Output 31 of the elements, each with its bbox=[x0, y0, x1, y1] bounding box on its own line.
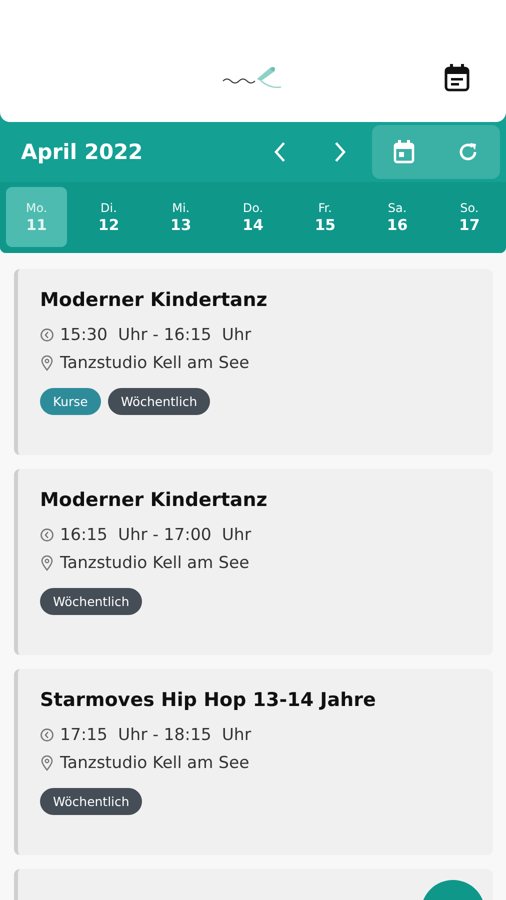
event-time: 15:30 Uhr - 16:15 Uhr bbox=[60, 325, 252, 344]
tag: Wöchentlich bbox=[40, 788, 142, 815]
event-location: Tanzstudio Kell am See bbox=[60, 753, 250, 772]
day-tab[interactable]: So. 17 bbox=[438, 187, 500, 247]
day-tab[interactable]: Mi. 13 bbox=[150, 187, 212, 247]
event-location: Tanzstudio Kell am See bbox=[60, 553, 250, 572]
location-pin-icon bbox=[40, 754, 54, 770]
event-time: 16:15 Uhr - 17:00 Uhr bbox=[60, 525, 252, 544]
event-card[interactable]: Starmoves Hip Hop 13-14 Jahre 17:15 Uhr - 18:15 Uhr Tanzstudio Kell am See Wöchentlich bbox=[14, 669, 493, 855]
clock-icon bbox=[40, 528, 54, 542]
day-tab[interactable]: Di. 12 bbox=[78, 187, 140, 247]
event-title: Starmoves Hip Hop 13-14 Jahre bbox=[40, 689, 377, 711]
event-card[interactable]: Moderner Kindertanz 16:15 Uhr - 17:00 Uhr Tanzstudio Kell am See Wöchentlich bbox=[14, 469, 493, 655]
month-title: April 2022 bbox=[21, 140, 144, 164]
day-tab[interactable]: Mo. 11 bbox=[6, 187, 68, 247]
clock-icon bbox=[40, 328, 54, 342]
tag: Kurse bbox=[40, 388, 101, 415]
day-tab[interactable]: Do. 14 bbox=[222, 187, 284, 247]
clock-icon bbox=[40, 728, 54, 742]
event-time: 17:15 Uhr - 18:15 Uhr bbox=[60, 725, 252, 744]
location-pin-icon bbox=[40, 554, 54, 570]
day-tab[interactable]: Sa. 16 bbox=[366, 187, 428, 247]
location-pin-icon bbox=[40, 354, 54, 370]
event-location: Tanzstudio Kell am See bbox=[60, 353, 250, 372]
event-card[interactable]: Moderner Kindertanz 15:30 Uhr - 16:15 Uhr Tanzstudio Kell am See Kurse Wöchentlich bbox=[14, 269, 493, 455]
tag: Wöchentlich bbox=[108, 388, 210, 415]
day-tab[interactable]: Fr. 15 bbox=[294, 187, 356, 247]
tag: Wöchentlich bbox=[40, 588, 142, 615]
event-title: Moderner Kindertanz bbox=[40, 489, 268, 511]
event-title: Moderner Kindertanz bbox=[40, 289, 268, 311]
calendar-icon[interactable] bbox=[444, 64, 470, 92]
